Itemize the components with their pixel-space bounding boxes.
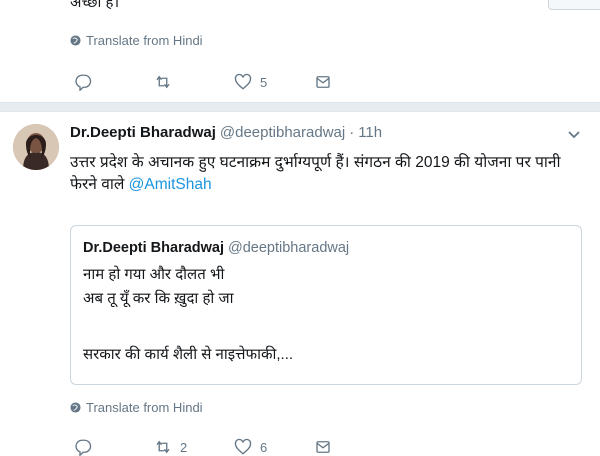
avatar[interactable] [13, 124, 59, 170]
envelope-icon [316, 76, 330, 88]
like-button[interactable]: 5 [234, 73, 314, 91]
translate-link-prev[interactable]: Translate from Hindi [70, 33, 203, 48]
previous-tweet-text-fragment: अच्छा है। [70, 0, 120, 11]
globe-icon [70, 402, 81, 413]
quoted-author-name: Dr.Deepti Bharadwaj [83, 240, 225, 256]
message-button[interactable] [314, 438, 394, 456]
author-name[interactable]: Dr.Deepti Bharadwaj [70, 124, 216, 141]
mention-link[interactable]: @AmitShah [129, 176, 212, 193]
more-options-button[interactable] [567, 128, 581, 147]
reply-button[interactable] [74, 73, 154, 91]
reply-icon [75, 439, 92, 456]
previous-tweet-actions: 5 [74, 73, 394, 91]
tweet-text-line2-prefix: फेरने वाले [70, 176, 129, 193]
quoted-author-handle: @deeptibharadwaj [228, 240, 350, 256]
retweet-count: 2 [180, 439, 188, 455]
quoted-tweet-header: Dr.Deepti Bharadwaj @deeptibharadwaj [83, 240, 349, 256]
tweet-header: Dr.Deepti Bharadwaj @deeptibharadwaj · 1… [70, 124, 382, 141]
reply-button[interactable] [74, 438, 154, 456]
quoted-text-line1: नाम हो गया और दौलत भी [83, 266, 225, 283]
like-count: 5 [260, 74, 268, 90]
avatar-photo [13, 124, 59, 170]
reply-icon [75, 74, 92, 91]
tweet-actions: 2 6 [74, 438, 394, 456]
like-button[interactable]: 6 [234, 438, 314, 456]
heart-icon [234, 438, 252, 455]
top-right-button-fragment[interactable] [548, 0, 600, 10]
retweet-icon [156, 75, 170, 89]
tweet-text-line1: उत्तर प्रदेश के अचानक हुए घटनाक्रम दुर्भ… [70, 154, 561, 171]
separator-dot: · [349, 124, 355, 141]
retweet-button[interactable]: 2 [154, 438, 234, 456]
tweet-text: उत्तर प्रदेश के अचानक हुए घटनाक्रम दुर्भ… [70, 152, 570, 196]
translate-label: Translate from Hindi [86, 33, 203, 48]
like-count: 6 [260, 439, 268, 455]
author-handle[interactable]: @deeptibharadwaj [220, 124, 345, 141]
tweet-timestamp[interactable]: 11h [358, 124, 382, 141]
globe-icon [70, 35, 81, 46]
translate-link[interactable]: Translate from Hindi [70, 400, 203, 415]
translate-label: Translate from Hindi [86, 400, 203, 415]
tweet-divider [0, 102, 600, 112]
heart-icon [234, 73, 252, 90]
quoted-text-line2: अब तू यूँ कर कि ख़ुदा हो जा [83, 290, 234, 307]
tweet-text-line2: फेरने वाले @AmitShah [70, 174, 570, 196]
retweet-icon [156, 440, 170, 454]
message-button[interactable] [314, 73, 394, 91]
quoted-tweet[interactable]: Dr.Deepti Bharadwaj @deeptibharadwaj नाम… [70, 225, 582, 385]
retweet-button[interactable] [154, 73, 234, 91]
chevron-down-icon [568, 131, 580, 139]
envelope-icon [316, 441, 330, 453]
quoted-text-line3: सरकार की कार्य शैली से नाइत्तेफाकी,... [83, 346, 294, 363]
